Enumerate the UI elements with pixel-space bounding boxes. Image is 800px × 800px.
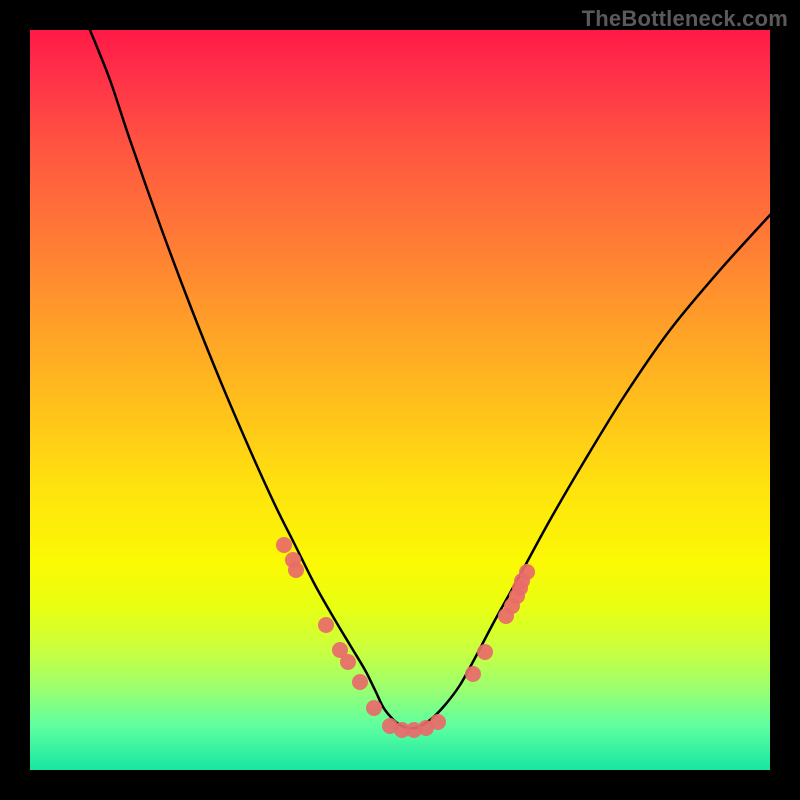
curve-dots	[276, 537, 535, 738]
curve-dot	[352, 674, 368, 690]
curve-dot	[430, 714, 446, 730]
watermark-label: TheBottleneck.com	[582, 6, 788, 32]
curve-dot	[477, 644, 493, 660]
bottleneck-curve	[90, 30, 770, 728]
plot-area	[30, 30, 770, 770]
curve-dot	[276, 537, 292, 553]
curve-dot	[519, 564, 535, 580]
curve-layer	[30, 30, 770, 770]
curve-dot	[318, 617, 334, 633]
chart-frame: TheBottleneck.com	[0, 0, 800, 800]
curve-dot	[465, 666, 481, 682]
curve-dot	[288, 562, 304, 578]
curve-dot	[366, 700, 382, 716]
curve-dot	[340, 654, 356, 670]
